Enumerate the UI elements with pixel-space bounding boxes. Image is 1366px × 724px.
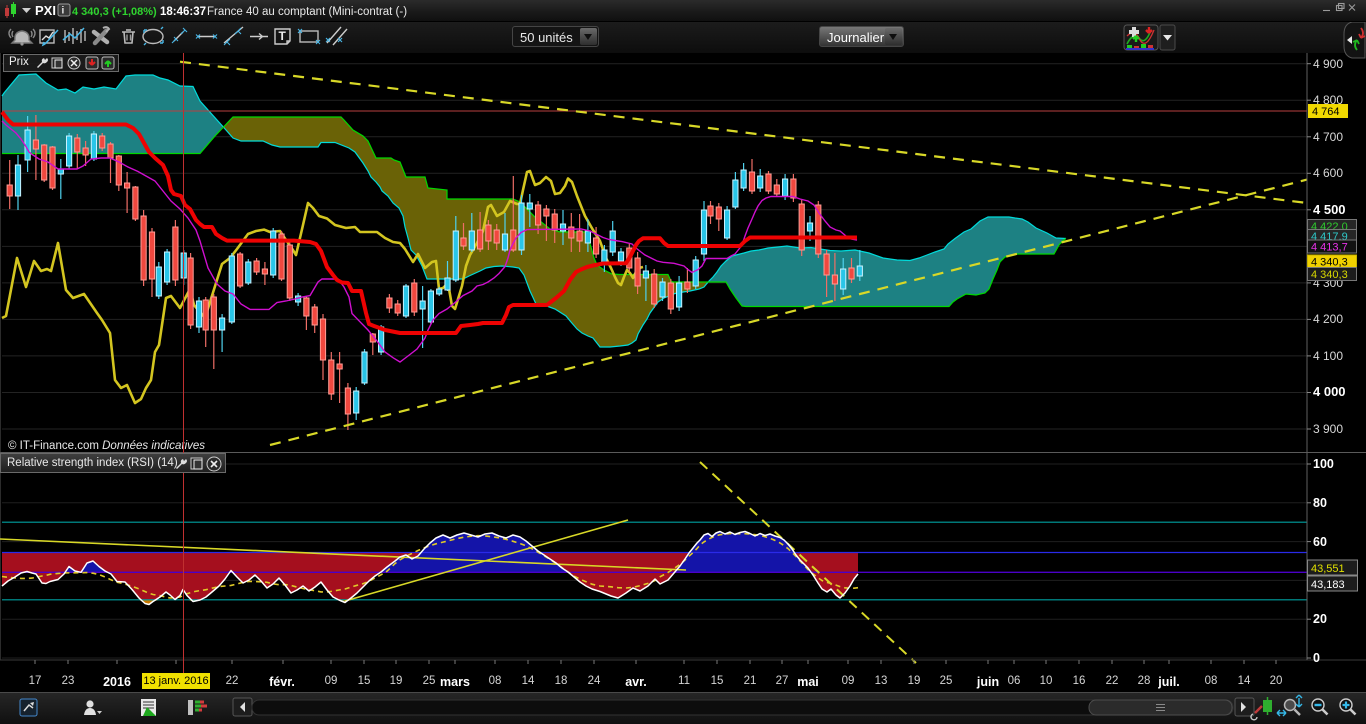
svg-text:France 40 au comptant (Mini-co: France 40 au comptant (Mini-contrat (-) [207, 6, 407, 18]
svg-text:100: 100 [1313, 457, 1334, 471]
svg-text:4 900: 4 900 [1313, 57, 1343, 71]
svg-text:20: 20 [1313, 612, 1327, 626]
svg-text:4 600: 4 600 [1313, 166, 1343, 180]
svg-text:80: 80 [1313, 496, 1327, 510]
svg-text:4 764: 4 764 [1312, 106, 1340, 118]
svg-text:i: i [62, 6, 65, 17]
svg-text:4 100: 4 100 [1313, 349, 1343, 363]
svg-text:43,551: 43,551 [1311, 563, 1345, 575]
svg-text:18:46:37: 18:46:37 [160, 6, 206, 18]
svg-text:4 000: 4 000 [1313, 384, 1346, 399]
svg-text:4 413,7: 4 413,7 [1311, 242, 1348, 254]
svg-text:© IT-Finance.com Données indic: © IT-Finance.com Données indicatives [8, 440, 205, 452]
svg-text:4 700: 4 700 [1313, 130, 1343, 144]
svg-text:3 900: 3 900 [1313, 422, 1343, 436]
svg-text:4 200: 4 200 [1313, 312, 1343, 326]
svg-text:4 340,3 (+1,08%): 4 340,3 (+1,08%) [72, 6, 157, 18]
svg-text:4 340,3: 4 340,3 [1311, 257, 1348, 269]
svg-text:43,183: 43,183 [1311, 579, 1345, 591]
svg-text:4 500: 4 500 [1313, 202, 1346, 217]
svg-text:60: 60 [1313, 535, 1327, 549]
svg-text:4 340,3: 4 340,3 [1311, 269, 1348, 281]
svg-text:T: T [279, 29, 287, 43]
svg-text:PXI: PXI [35, 3, 56, 18]
